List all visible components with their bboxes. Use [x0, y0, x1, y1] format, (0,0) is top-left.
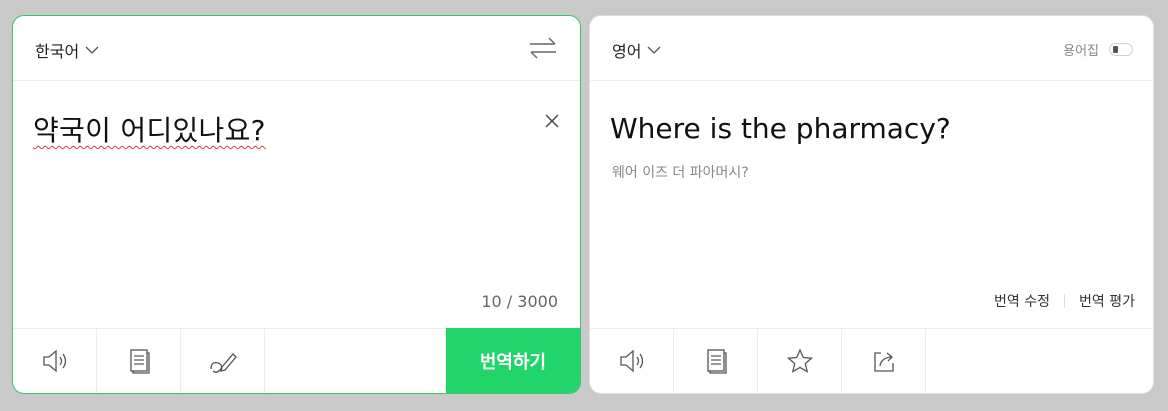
speaker-icon — [619, 349, 643, 373]
speaker-icon — [42, 349, 66, 373]
copy-button[interactable] — [97, 329, 181, 393]
source-panel: 한국어 약국이 어디있나요? 10 / 3000 번역하기 — [12, 15, 581, 394]
target-toolbar — [590, 328, 1153, 393]
listen-button[interactable] — [590, 329, 674, 393]
swap-languages-icon[interactable] — [528, 35, 558, 61]
source-language-label: 한국어 — [35, 42, 80, 61]
translate-button[interactable]: 번역하기 — [446, 328, 580, 393]
copy-icon — [706, 349, 727, 374]
chevron-down-icon — [85, 46, 99, 54]
divider — [1064, 294, 1066, 308]
target-language-selector[interactable]: 영어 — [612, 38, 661, 62]
source-text: 약국이 어디있나요? — [33, 114, 266, 147]
glossary-control: 용어집 — [1063, 40, 1133, 59]
share-button[interactable] — [842, 329, 926, 393]
favorite-button[interactable] — [758, 329, 842, 393]
translation-actions: 번역 수정 번역 평가 — [994, 291, 1135, 311]
source-header: 한국어 — [13, 16, 580, 81]
glossary-toggle[interactable] — [1109, 43, 1133, 56]
pronunciation-text: 웨어 이즈 더 파아머시? — [612, 165, 749, 181]
chevron-down-icon — [647, 46, 661, 54]
close-icon[interactable] — [544, 113, 560, 129]
rate-translation-link[interactable]: 번역 평가 — [1079, 291, 1135, 311]
toggle-knob — [1113, 46, 1118, 53]
target-header: 영어 용어집 — [590, 16, 1153, 81]
copy-button[interactable] — [674, 329, 758, 393]
translated-text: Where is the pharmacy? — [610, 112, 951, 145]
source-language-selector[interactable]: 한국어 — [35, 38, 99, 62]
share-icon — [873, 352, 894, 372]
handwriting-button[interactable] — [181, 329, 265, 393]
source-text-input[interactable]: 약국이 어디있나요? — [33, 109, 266, 149]
glossary-label: 용어집 — [1063, 44, 1099, 59]
handwriting-icon — [209, 353, 237, 373]
target-panel: 영어 용어집 Where is the pharmacy? 웨어 이즈 더 파아… — [589, 15, 1154, 394]
edit-translation-link[interactable]: 번역 수정 — [994, 291, 1050, 311]
copy-icon — [129, 349, 150, 374]
target-language-label: 영어 — [612, 42, 642, 61]
character-count: 10 / 3000 — [481, 292, 558, 311]
star-icon — [786, 348, 813, 373]
listen-button[interactable] — [13, 329, 97, 393]
